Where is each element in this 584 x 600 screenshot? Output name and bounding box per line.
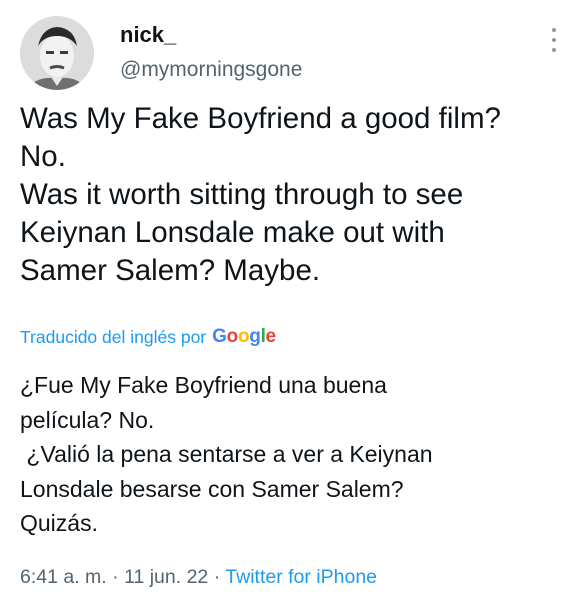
translated-line: Lonsdale besarse con Samer Salem?: [20, 475, 404, 502]
translation-attribution: Traducido del inglés por Google: [20, 326, 276, 348]
translation-label[interactable]: Traducido del inglés por: [20, 327, 206, 348]
google-logo[interactable]: Google: [212, 326, 276, 348]
tweet-text: Was My Fake Boyfriend a good film? No. W…: [20, 100, 568, 290]
more-vertical-icon[interactable]: [546, 28, 562, 52]
tweet-line: Keiynan Lonsdale make out with: [20, 216, 445, 249]
profile-photo-icon: [20, 16, 94, 90]
translated-line: ¿Fue My Fake Boyfriend una buena: [20, 372, 387, 398]
tweet-line: Was My Fake Boyfriend a good film?: [20, 102, 501, 135]
tweet-line: Was it worth sitting through to see: [20, 178, 464, 211]
translated-line: película? No.: [20, 406, 155, 433]
tweet-date[interactable]: 11 jun. 22: [124, 566, 208, 588]
tweet-source-link[interactable]: Twitter for iPhone: [225, 566, 377, 588]
dot: [552, 28, 556, 32]
translated-line: ¿Valió la pena sentarse a ver a Keiynan: [20, 441, 433, 467]
dot: [552, 38, 556, 42]
display-name[interactable]: nick_: [120, 22, 176, 48]
translated-line: Quizás.: [20, 510, 98, 536]
user-handle[interactable]: @mymorningsgone: [120, 58, 302, 82]
dot: [552, 48, 556, 52]
separator: ·: [112, 566, 119, 588]
tweet-metadata: 6:41 a. m. · 11 jun. 22 · Twitter for iP…: [20, 566, 377, 589]
separator: ·: [213, 566, 221, 588]
avatar[interactable]: [20, 16, 94, 90]
tweet-line: Samer Salem? Maybe.: [20, 254, 321, 287]
tweet-line: No.: [20, 140, 66, 173]
tweet-time[interactable]: 6:41 a. m.: [20, 566, 107, 588]
translated-text: ¿Fue My Fake Boyfriend una buena películ…: [20, 368, 568, 541]
